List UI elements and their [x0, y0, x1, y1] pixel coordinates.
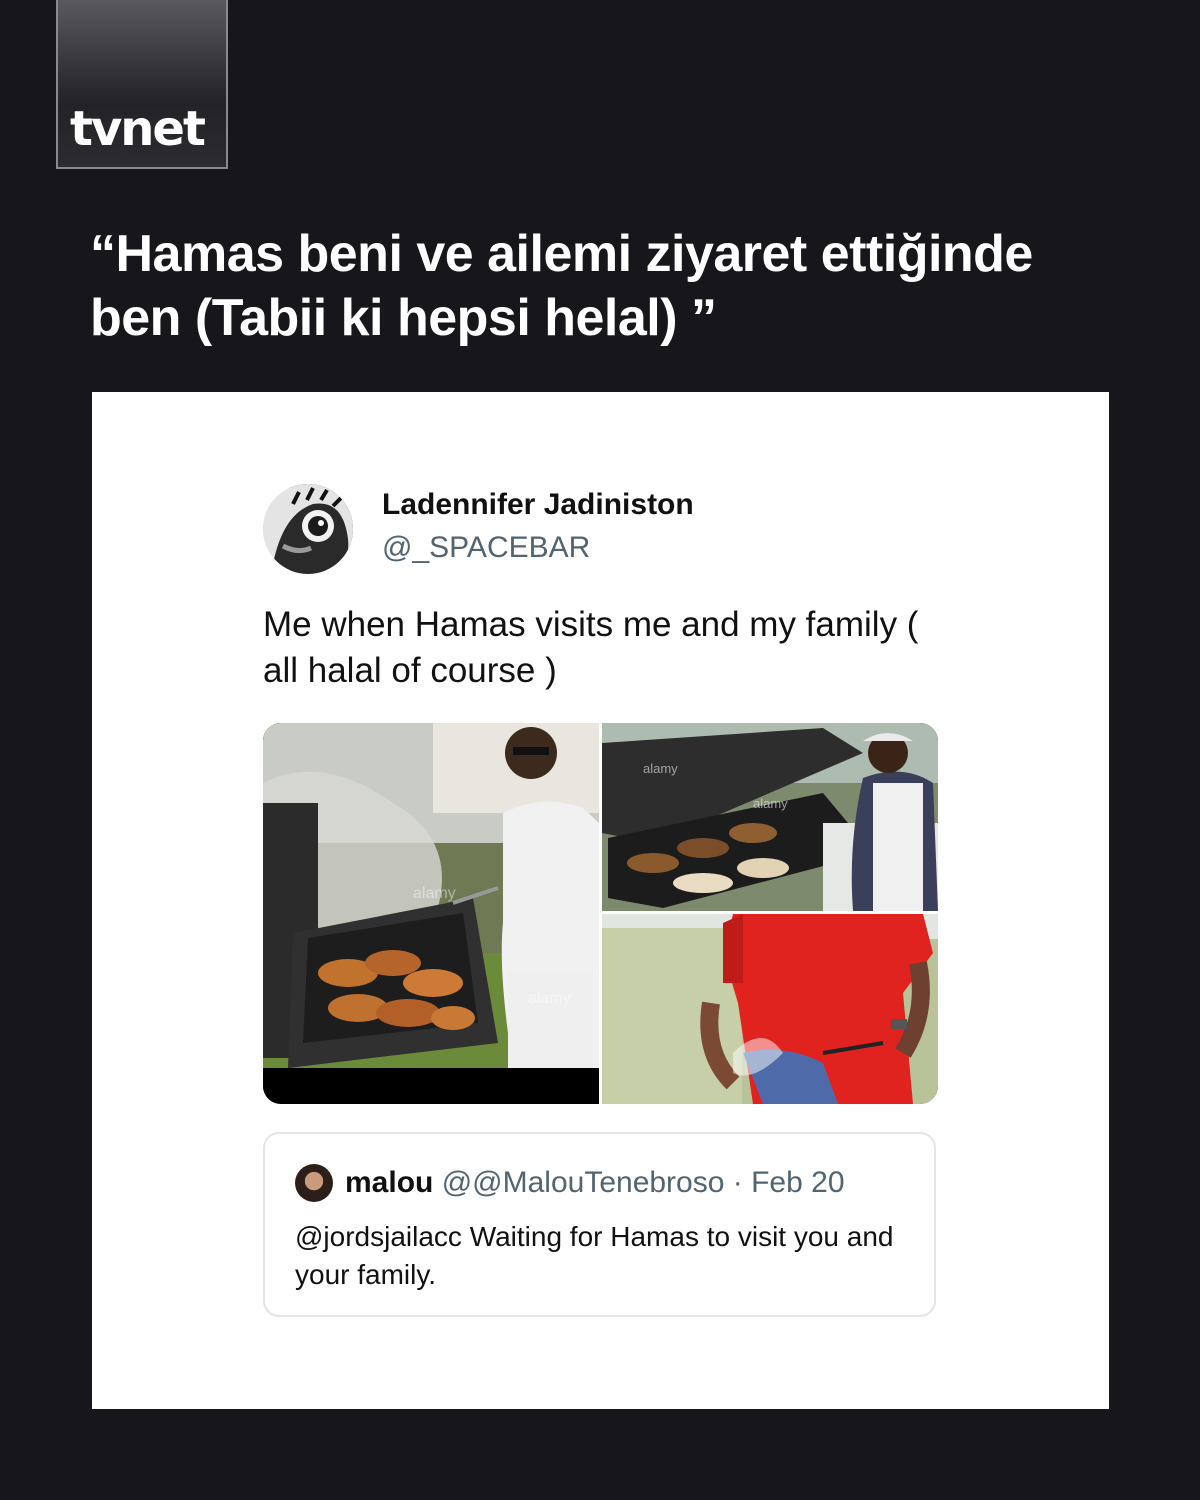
watermark: alamy — [643, 761, 678, 776]
watermark: alamy — [753, 796, 788, 811]
tvnet-logo: tvnet — [56, 0, 228, 169]
quoted-display-name[interactable]: malou — [345, 1166, 433, 1199]
quoted-tweet-text: @jordsjailacc Waiting for Hamas to visit… — [295, 1221, 894, 1290]
tweet-text: Me when Hamas visits me and my family ( … — [263, 605, 919, 690]
quoted-user-handle[interactable]: @@MalouTenebroso — [442, 1166, 725, 1199]
display-name[interactable]: Ladennifer Jadiniston — [382, 488, 694, 522]
media-photo-1[interactable]: alamy alamy — [263, 723, 599, 1104]
watermark: alamy — [413, 885, 456, 902]
user-handle[interactable]: @_SPACEBAR — [382, 531, 590, 565]
tweet-media-grid: alamy alamy alamy alamy — [263, 723, 938, 1104]
watermark: alamy — [528, 990, 571, 1007]
quoted-separator: · — [732, 1166, 743, 1199]
quoted-tweet[interactable]: malou @@MalouTenebroso · Feb 20 @jordsja… — [263, 1132, 936, 1317]
quoted-user-avatar[interactable] — [295, 1164, 333, 1202]
user-avatar[interactable] — [263, 484, 353, 574]
media-photo-3[interactable] — [602, 914, 938, 1104]
quoted-tweet-header: malou @@MalouTenebroso · Feb 20 — [345, 1166, 845, 1200]
headline: “Hamas beni ve ailemi ziyaret ettiğinde … — [90, 225, 1033, 347]
quoted-date[interactable]: Feb 20 — [751, 1166, 844, 1199]
logo-text: tvnet — [70, 101, 206, 157]
tweet-card: Ladennifer Jadiniston @_SPACEBAR Me when… — [92, 392, 1109, 1409]
media-photo-2[interactable]: alamy alamy — [602, 723, 938, 911]
avatar-image — [263, 484, 353, 574]
